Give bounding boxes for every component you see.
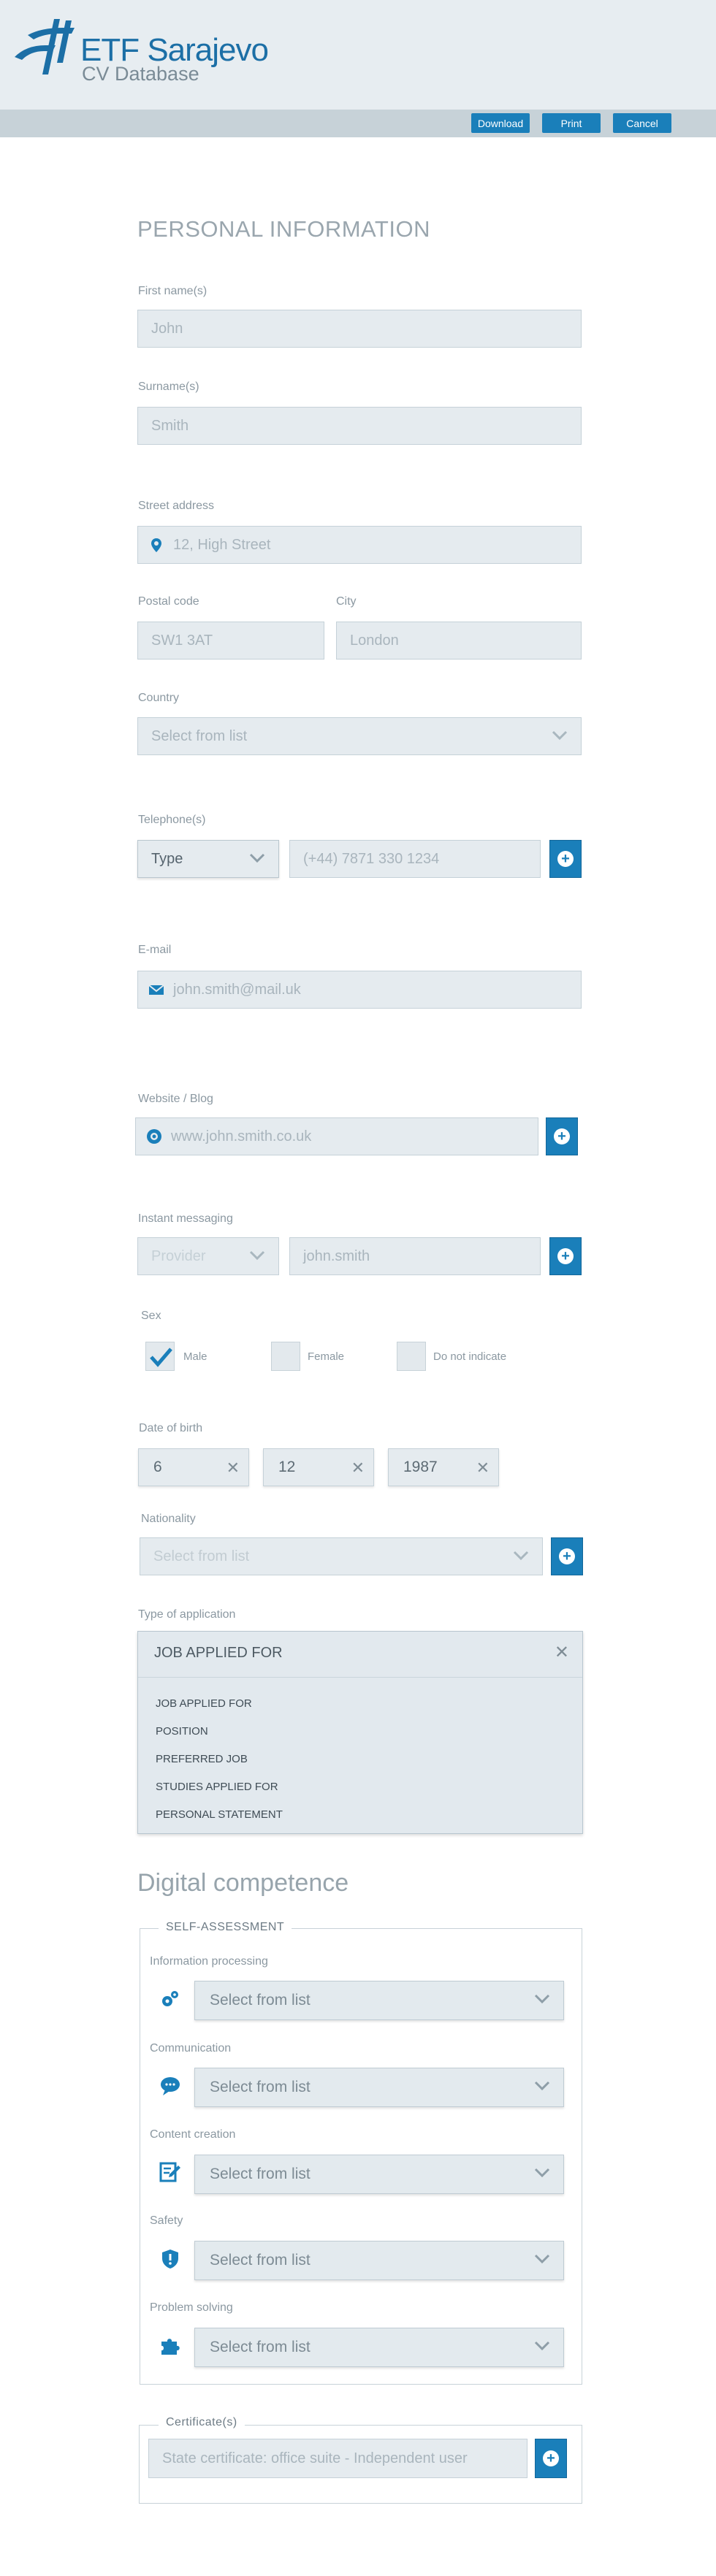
postal-code-label: Postal code (138, 595, 199, 608)
application-type-label: Type of application (138, 1608, 236, 1621)
chevron-down-icon (249, 1250, 265, 1261)
location-pin-icon (151, 538, 161, 552)
application-option[interactable]: PREFERRED JOB (156, 1753, 248, 1765)
dob-year-field[interactable]: 1987 ✕ (388, 1448, 499, 1486)
page-header: ETF Sarajevo CV Database (0, 0, 716, 110)
chevron-down-icon (513, 1551, 529, 1561)
telephone-input[interactable]: (+44) 7871 330 1234 (289, 840, 541, 878)
dc-label-communication: Communication (150, 2042, 232, 2055)
application-option[interactable]: PERSONAL STATEMENT (156, 1808, 283, 1821)
nationality-label: Nationality (141, 1513, 196, 1525)
telephone-label: Telephone(s) (138, 814, 206, 826)
application-option[interactable]: STUDIES APPLIED FOR (156, 1781, 278, 1793)
city-input[interactable]: London (336, 622, 582, 660)
clear-icon[interactable]: ✕ (476, 1459, 490, 1478)
website-input[interactable]: www.john.smith.co.uk (135, 1117, 538, 1155)
certificate-input[interactable]: State certificate: office suite - Indepe… (148, 2439, 528, 2478)
dob-month-field[interactable]: 12 ✕ (263, 1448, 374, 1486)
chevron-down-icon (249, 853, 265, 863)
speech-bubble-icon (161, 2077, 180, 2095)
certificates-legend: Certificate(s) (159, 2416, 245, 2429)
im-provider-select[interactable]: Provider (137, 1237, 279, 1275)
checkmark-icon (150, 1348, 172, 1367)
plus-icon: + (557, 1248, 574, 1264)
chevron-down-icon (534, 1994, 550, 2004)
phone-type-select[interactable]: Type (137, 840, 279, 878)
gears-icon (162, 1991, 178, 2006)
divider (138, 1677, 582, 1678)
country-label: Country (138, 692, 180, 704)
plus-icon: + (557, 851, 574, 867)
country-select[interactable]: Select from list (137, 717, 582, 755)
sex-not-indicate-checkbox[interactable] (397, 1342, 426, 1371)
plus-icon: + (554, 1128, 570, 1144)
section-title-personal: PERSONAL INFORMATION (137, 216, 430, 242)
shield-icon (162, 2250, 178, 2269)
chevron-down-icon (552, 730, 568, 741)
street-label: Street address (138, 500, 215, 512)
surname-label: Surname(s) (138, 381, 199, 393)
first-name-label: First name(s) (138, 285, 207, 297)
dc-label-safety: Safety (150, 2214, 183, 2227)
first-name-input[interactable]: John (137, 310, 582, 348)
sex-female-label: Female (308, 1350, 345, 1363)
globe-icon (147, 1129, 161, 1144)
city-label: City (336, 595, 357, 608)
sex-male-label: Male (183, 1350, 207, 1363)
sex-male-checkbox[interactable] (145, 1342, 175, 1371)
section-title-digital: Digital competence (137, 1869, 349, 1897)
chevron-down-icon (534, 2254, 550, 2264)
application-option[interactable]: POSITION (156, 1725, 208, 1738)
surname-input[interactable]: Smith (137, 407, 582, 445)
chevron-down-icon (534, 2341, 550, 2351)
plus-icon: + (543, 2450, 559, 2466)
dc-label-information-processing: Information processing (150, 1955, 268, 1968)
sex-not-indicate-label: Do not indicate (433, 1350, 507, 1363)
communication-select[interactable]: Select from list (194, 2068, 564, 2107)
email-input[interactable]: john.smith@mail.uk (137, 971, 582, 1009)
dob-label: Date of birth (139, 1422, 203, 1434)
add-website-button[interactable]: + (546, 1117, 578, 1155)
application-selected-value: JOB APPLIED FOR (154, 1645, 283, 1661)
dc-label-problem-solving: Problem solving (150, 2301, 233, 2314)
print-button[interactable]: Print (542, 113, 601, 133)
envelope-icon (148, 985, 164, 995)
email-label: E-mail (138, 944, 172, 956)
nationality-select[interactable]: Select from list (140, 1537, 543, 1575)
plus-icon: + (559, 1548, 575, 1564)
application-option[interactable]: JOB APPLIED FOR (156, 1697, 252, 1710)
dob-day-field[interactable]: 6 ✕ (138, 1448, 249, 1486)
add-im-button[interactable]: + (549, 1237, 582, 1275)
close-icon[interactable]: ✕ (555, 1642, 569, 1663)
clear-icon[interactable]: ✕ (351, 1459, 365, 1478)
problem-solving-select[interactable]: Select from list (194, 2328, 564, 2367)
add-telephone-button[interactable]: + (549, 840, 582, 878)
add-certificate-button[interactable]: + (535, 2439, 567, 2478)
information-processing-select[interactable]: Select from list (194, 1981, 564, 2020)
content-creation-select[interactable]: Select from list (194, 2155, 564, 2194)
download-button[interactable]: Download (471, 113, 530, 133)
dc-label-content-creation: Content creation (150, 2128, 236, 2141)
puzzle-piece-icon (161, 2339, 180, 2355)
etf-logo-icon (15, 19, 75, 74)
application-type-dropdown[interactable]: JOB APPLIED FOR ✕ JOB APPLIED FOR POSITI… (137, 1631, 583, 1834)
cancel-button[interactable]: Cancel (613, 113, 671, 133)
postal-code-input[interactable]: SW1 3AT (137, 622, 324, 660)
chevron-down-icon (534, 2168, 550, 2178)
brand-subtitle: CV Database (82, 63, 199, 85)
sex-female-checkbox[interactable] (271, 1342, 300, 1371)
street-input[interactable]: 12, High Street (137, 526, 582, 564)
clear-icon[interactable]: ✕ (226, 1459, 240, 1478)
safety-select[interactable]: Select from list (194, 2241, 564, 2280)
im-label: Instant messaging (138, 1212, 233, 1225)
chevron-down-icon (534, 2081, 550, 2091)
self-assessment-legend: SELF-ASSESSMENT (159, 1921, 292, 1934)
sex-label: Sex (141, 1310, 161, 1322)
website-label: Website / Blog (138, 1093, 213, 1105)
edit-document-icon (159, 2162, 180, 2182)
add-nationality-button[interactable]: + (551, 1537, 583, 1575)
im-input[interactable]: john.smith (289, 1237, 541, 1275)
toolbar (0, 110, 716, 137)
